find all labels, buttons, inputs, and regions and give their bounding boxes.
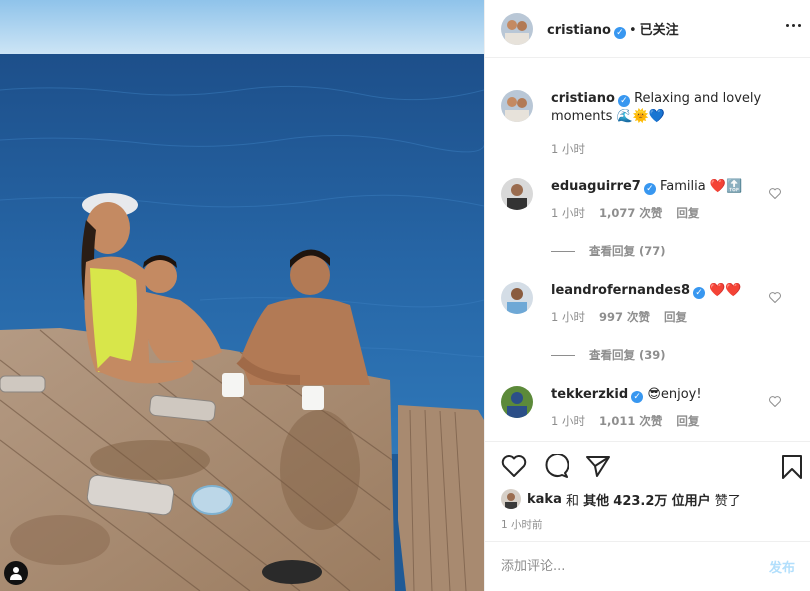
caption-author-avatar[interactable] [501, 90, 533, 122]
separator-dot: • [628, 22, 637, 38]
comment-like-heart-icon[interactable] [769, 188, 781, 199]
comment-time[interactable]: 1 小时 [551, 308, 585, 326]
verified-badge-icon: ✓ [631, 391, 644, 403]
commenter-avatar[interactable] [501, 282, 533, 314]
view-replies-button[interactable]: 查看回复 (77) [551, 243, 666, 259]
person-glyph [10, 567, 22, 580]
post-sidebar: cristiano ✓ • 已关注 cristiano ✓ Relaxing and l… [484, 0, 810, 591]
commenter-avatar[interactable] [501, 178, 533, 210]
comment-text: ❤️❤️ [709, 283, 742, 298]
view-replies-label: 查看回复 (77) [589, 244, 666, 258]
post-comment-button[interactable]: 发布 [769, 557, 795, 576]
user-tag-icon[interactable] [4, 561, 28, 585]
comment-like-heart-icon[interactable] [769, 396, 781, 407]
caption-username[interactable]: cristiano [551, 91, 615, 106]
post-photo[interactable] [0, 0, 484, 591]
replies-divider [551, 250, 575, 252]
post-image-illustration [0, 0, 484, 591]
bookmark-icon[interactable] [781, 454, 803, 480]
author-username[interactable]: cristiano [547, 23, 611, 38]
likes-count[interactable]: 423.2万 [613, 490, 667, 509]
comments-list: cristiano ✓ Relaxing and lovely moments 🌊… [485, 58, 810, 441]
comment-likes[interactable]: 1,011 次赞 [599, 412, 662, 430]
comment-icon[interactable] [543, 454, 569, 478]
comment-input[interactable] [501, 559, 769, 574]
likes-and: 和 [565, 493, 579, 509]
likes-liked: 赞了 [714, 493, 741, 509]
likes-others[interactable]: 其他 [583, 490, 609, 509]
reply-button[interactable]: 回复 [676, 412, 699, 430]
follow-status-button[interactable]: 已关注 [640, 23, 679, 38]
view-replies-label: 查看回复 (39) [589, 348, 666, 362]
view-replies-button[interactable]: 查看回复 (39) [551, 347, 666, 363]
comment-username[interactable]: leandrofernandes8 [551, 283, 690, 298]
heart-icon[interactable] [501, 454, 527, 478]
likes-suffix[interactable]: 位用户 [672, 490, 711, 509]
verified-badge-icon: ✓ [693, 287, 706, 299]
comment-text: Familia ❤️🔝 [660, 179, 743, 194]
verified-badge-icon: ✓ [613, 26, 626, 39]
caption: cristiano ✓ Relaxing and lovely moments 🌊… [501, 90, 801, 158]
more-options-icon[interactable] [786, 24, 801, 27]
commenter-avatar[interactable] [501, 386, 533, 418]
reply-button[interactable]: 回复 [664, 308, 687, 326]
post-actions: kaka 和 其他 423.2万 位用户 赞了 1 小时前 [485, 441, 810, 541]
replies-divider [551, 354, 575, 356]
liker-avatar[interactable] [501, 489, 521, 509]
post-header: cristiano ✓ • 已关注 [485, 0, 810, 58]
comment-item: leandrofernandes8 ✓ ❤️❤️ 1 小时 997 次赞 回复 [501, 282, 801, 326]
comment-username[interactable]: eduaguirre7 [551, 179, 641, 194]
action-buttons [501, 454, 611, 478]
comment-username[interactable]: tekkerzkid [551, 387, 628, 402]
comment-like-heart-icon[interactable] [769, 292, 781, 303]
liker-username[interactable]: kaka [527, 492, 562, 507]
author-avatar[interactable] [501, 12, 533, 45]
verified-badge-icon: ✓ [617, 95, 630, 107]
comment-text: 😎enjoy! [647, 387, 702, 402]
caption-time[interactable]: 1 小时 [551, 140, 585, 158]
paper-plane-icon[interactable] [585, 454, 611, 478]
comment-likes[interactable]: 1,077 次赞 [599, 204, 662, 222]
comment-time[interactable]: 1 小时 [551, 412, 585, 430]
verified-badge-icon: ✓ [643, 183, 656, 195]
reply-button[interactable]: 回复 [676, 204, 699, 222]
likes-summary: kaka 和 其他 423.2万 位用户 赞了 [501, 489, 741, 509]
post-timestamp[interactable]: 1 小时前 [501, 517, 543, 532]
comment-item: eduaguirre7 ✓ Familia ❤️🔝 1 小时 1,077 次赞 回… [501, 178, 801, 222]
comment-time[interactable]: 1 小时 [551, 204, 585, 222]
comment-item: tekkerzkid ✓ 😎enjoy! 1 小时 1,011 次赞 回复 [501, 386, 801, 430]
comment-likes[interactable]: 997 次赞 [599, 308, 650, 326]
add-comment-bar: 发布 [485, 541, 810, 591]
